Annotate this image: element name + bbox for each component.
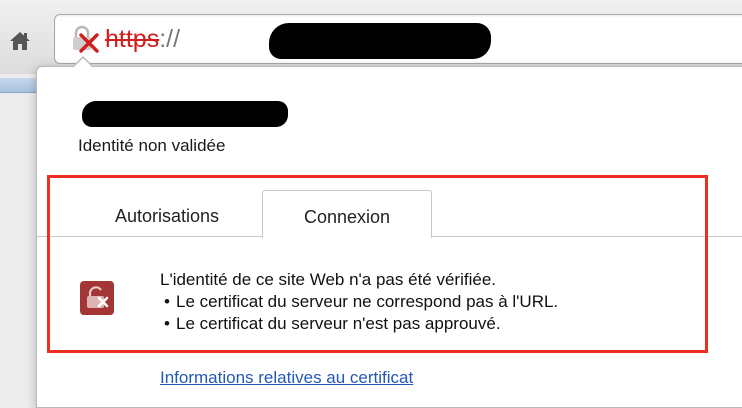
redacted-host xyxy=(269,23,491,59)
tab-connexion[interactable]: Connexion xyxy=(262,190,432,238)
broken-lock-warning-icon xyxy=(80,281,114,315)
url-text: https:// xyxy=(105,25,180,53)
bullet-untrusted: Le certificat du serveur n'est pas appro… xyxy=(164,313,558,335)
connection-title: L'identité de ce site Web n'a pas été vé… xyxy=(160,270,496,289)
connection-bullets: Le certificat du serveur ne correspond p… xyxy=(164,291,558,335)
broken-lock-x-icon[interactable] xyxy=(67,25,101,53)
identity-status-text: Identité non validée xyxy=(78,136,226,155)
tab-autorisations[interactable]: Autorisations xyxy=(86,190,248,236)
address-bar[interactable]: https:// xyxy=(54,14,742,64)
url-scheme: https xyxy=(105,25,160,53)
bullet-url-mismatch: Le certificat du serveur ne correspond p… xyxy=(164,291,558,313)
certificate-info-link[interactable]: Informations relatives au certificat xyxy=(160,368,413,388)
popup-arrow-fill xyxy=(73,58,93,68)
home-button[interactable] xyxy=(2,26,38,56)
browser-toolbar: https:// xyxy=(0,0,742,93)
home-icon xyxy=(10,32,30,50)
redacted-site-name xyxy=(82,101,288,127)
bookmark-bar-fragment xyxy=(0,78,38,93)
url-separator: :// xyxy=(159,25,181,53)
